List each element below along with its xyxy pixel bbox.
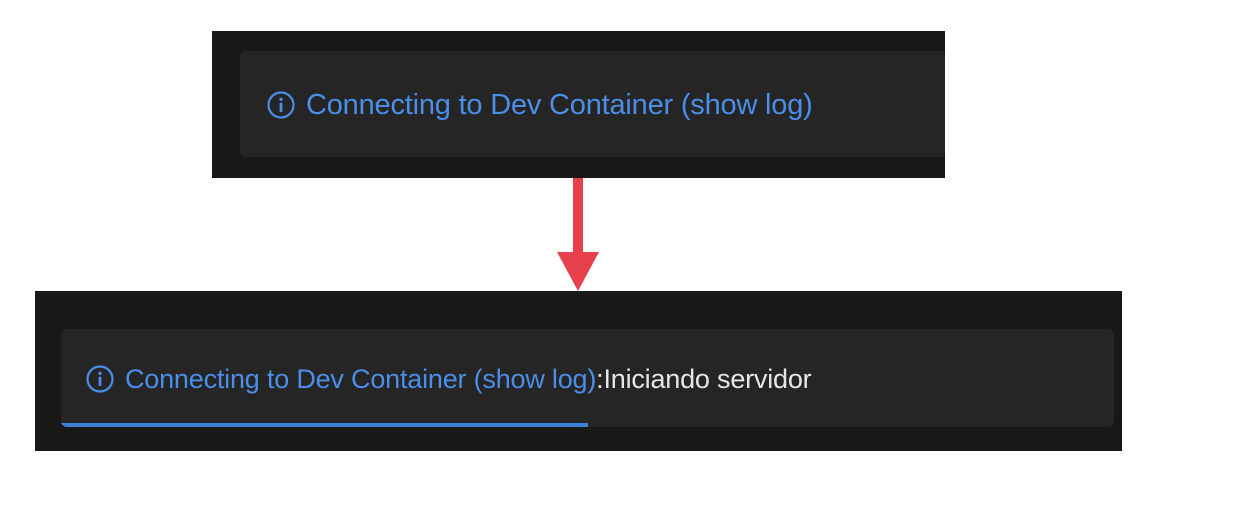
info-icon [85, 364, 115, 394]
down-arrow-icon [557, 178, 599, 291]
show-log-link[interactable]: Connecting to Dev Container (show log) [125, 364, 596, 395]
status-message: Iniciando servidor [603, 363, 812, 394]
comparison-canvas: Connecting to Dev Container (show log) C… [0, 0, 1238, 510]
show-log-link[interactable]: Connecting to Dev Container (show log) [306, 89, 813, 122]
notification-row-before: Connecting to Dev Container (show log) [266, 87, 813, 123]
message-separator: : [596, 363, 604, 394]
notification-toast-before: Connecting to Dev Container (show log) [240, 51, 945, 157]
notification-toast-after: Connecting to Dev Container (show log) :… [61, 329, 1114, 427]
progress-bar-fill [61, 423, 588, 427]
before-screenshot: Connecting to Dev Container (show log) [212, 31, 945, 178]
after-screenshot: Connecting to Dev Container (show log) :… [35, 291, 1122, 451]
info-icon [266, 90, 296, 120]
notification-row-after: Connecting to Dev Container (show log) :… [85, 361, 812, 397]
progress-bar [61, 423, 1114, 427]
